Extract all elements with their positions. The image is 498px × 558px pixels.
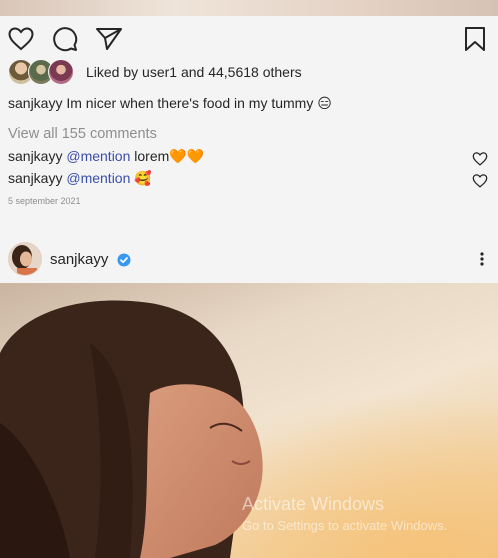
portrait-photo <box>0 283 498 558</box>
caption-emoji: 😑 <box>317 95 332 111</box>
liked-by-user[interactable]: user1 <box>142 64 177 80</box>
bookmark-icon[interactable] <box>464 26 486 52</box>
avatar[interactable] <box>8 242 42 276</box>
post-caption: sanjkayy Im nicer when there's food in m… <box>8 95 332 112</box>
windows-activation-subtitle: Go to Settings to activate Windows. <box>242 518 448 533</box>
likes-text[interactable]: Liked by user1 and 44,5618 others <box>86 64 302 80</box>
heart-icon[interactable] <box>472 152 488 166</box>
liked-by-prefix: Liked by <box>86 64 139 80</box>
comment-text: lorem <box>134 148 170 164</box>
send-icon[interactable] <box>95 27 123 51</box>
comment-mention[interactable]: @mention <box>66 170 130 186</box>
liked-count[interactable]: 44,5618 <box>208 64 259 80</box>
post-username[interactable]: sanjkayy <box>50 251 108 268</box>
comment-row: sanjkayy @mention lorem🧡🧡 <box>8 148 204 165</box>
comment-icon[interactable] <box>52 26 78 52</box>
liked-by-avatars[interactable] <box>8 59 74 85</box>
previous-post-image-edge <box>0 0 498 16</box>
comment-emoji: 🥰 <box>134 170 152 186</box>
comment-username[interactable]: sanjkayy <box>8 170 62 186</box>
post-date: 5 september 2021 <box>8 196 81 206</box>
liked-suffix: others <box>262 64 302 80</box>
likes-summary: Liked by user1 and 44,5618 others <box>8 58 488 86</box>
heart-icon[interactable] <box>8 27 34 51</box>
post-header: sanjkayy <box>0 236 498 282</box>
comment-row: sanjkayy @mention 🥰 <box>8 170 152 187</box>
liked-and: and <box>180 64 205 80</box>
verified-badge-icon <box>117 253 131 267</box>
caption-text: Im nicer when there's food in my tummy <box>66 95 314 111</box>
comment-username[interactable]: sanjkayy <box>8 148 62 164</box>
post-image[interactable] <box>0 283 498 558</box>
windows-activation-title: Activate Windows <box>242 494 385 514</box>
caption-username[interactable]: sanjkayy <box>8 95 62 111</box>
comment-emoji: 🧡🧡 <box>169 148 205 164</box>
view-all-comments-link[interactable]: View all 155 comments <box>8 126 157 142</box>
avatar-image <box>9 243 41 275</box>
avatar <box>48 59 74 85</box>
post-action-bar <box>0 16 498 62</box>
more-options-icon[interactable] <box>480 252 484 266</box>
heart-icon[interactable] <box>472 174 488 188</box>
comment-mention[interactable]: @mention <box>66 148 130 164</box>
